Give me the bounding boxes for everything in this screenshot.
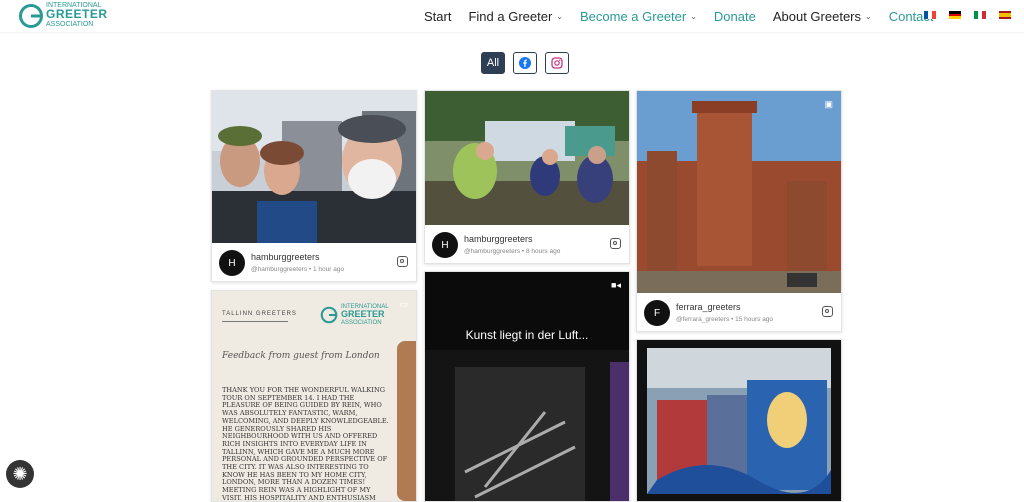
chevron-down-icon: ⌄	[690, 11, 697, 21]
side-photo	[397, 341, 416, 501]
feed-post-card[interactable]: Kunst liegt in der Luft... ■◂	[424, 271, 630, 502]
post-footer: F ferrara_greeters @ferrara_greeters • 1…	[637, 293, 841, 331]
post-meta: @ferrara_greeters • 15 hours ago	[676, 316, 774, 323]
flag-de-icon[interactable]	[949, 11, 961, 20]
nav-start[interactable]: Start	[424, 9, 451, 24]
feed-post-card[interactable]	[636, 339, 842, 502]
avatar[interactable]: F	[644, 300, 670, 326]
tallinn-header: TALLINN GREETERS	[222, 311, 297, 317]
cookie-settings-button[interactable]: ✺	[6, 460, 34, 488]
instagram-icon[interactable]	[397, 256, 408, 267]
flag-fr-icon[interactable]	[924, 11, 936, 19]
site-logo[interactable]: INTERNATIONAL GREETER ASSOCIATION	[18, 2, 108, 30]
post-username[interactable]: ferrara_greeters	[676, 302, 741, 312]
divider	[222, 321, 288, 322]
chevron-down-icon: ⌄	[865, 11, 872, 21]
post-meta: @hamburggreeters • 8 hours ago	[464, 248, 561, 255]
feedback-title: Feedback from guest from London	[222, 351, 380, 361]
post-image	[637, 340, 841, 501]
post-image	[637, 91, 841, 293]
gear-icon: ✺	[12, 463, 28, 484]
post-image: TALLINN GREETERS INTERNATIONAL GREETER ASS…	[212, 291, 416, 501]
feed-filters: All	[481, 52, 569, 74]
video-caption: Kunst liegt in der Luft...	[465, 328, 589, 342]
logo-wordmark: INTERNATIONAL GREETER ASSOCIATION	[46, 2, 108, 28]
feed-post-card[interactable]: H hamburggreeters @hamburggreeters • 1 h…	[211, 90, 417, 282]
video-camera-icon: ■◂	[611, 280, 621, 290]
post-username[interactable]: hamburggreeters	[251, 252, 320, 262]
nav-find-a-greeter[interactable]: Find a Greeter ⌄	[468, 9, 563, 24]
language-switcher	[924, 11, 1011, 20]
top-navigation-bar: INTERNATIONAL GREETER ASSOCIATION Start Fi…	[0, 0, 1024, 32]
post-image	[425, 91, 629, 225]
avatar[interactable]: H	[432, 232, 458, 258]
nav-become-a-greeter[interactable]: Become a Greeter ⌄	[580, 9, 697, 24]
post-video	[425, 272, 629, 501]
filter-instagram-button[interactable]	[545, 52, 569, 74]
feed-post-card[interactable]: TALLINN GREETERS INTERNATIONAL GREETER ASS…	[211, 290, 417, 502]
instagram-icon[interactable]	[610, 238, 621, 249]
greeter-logo-icon	[320, 306, 338, 324]
post-meta: @hamburggreeters • 1 hour ago	[251, 266, 345, 273]
feed-post-card[interactable]: H hamburggreeters @hamburggreeters • 8 h…	[424, 90, 630, 264]
greeter-logo-icon	[19, 4, 43, 28]
nav-donate[interactable]: Donate	[714, 9, 756, 24]
flag-es-icon[interactable]	[999, 11, 1011, 19]
filter-all-button[interactable]: All	[481, 52, 505, 74]
filter-facebook-button[interactable]	[513, 52, 537, 74]
gallery-icon: ▭	[399, 299, 408, 309]
logo-wordmark: INTERNATIONAL GREETER ASSOCIATION	[341, 304, 389, 326]
avatar[interactable]: H	[219, 250, 245, 276]
feedback-body: THANK YOU FOR THE WONDERFUL WALKING TOUR…	[222, 386, 389, 502]
gallery-icon: ▣	[824, 99, 833, 109]
feed-post-card[interactable]: ▣ F ferrara_greeters @ferrara_greeters •…	[636, 90, 842, 332]
instagram-icon[interactable]	[822, 306, 833, 317]
post-footer: H hamburggreeters @hamburggreeters • 1 h…	[212, 243, 416, 281]
nav-about-greeters[interactable]: About Greeters ⌄	[773, 9, 872, 24]
main-nav: Start Find a Greeter ⌄ Become a Greeter ⌄ …	[424, 0, 951, 32]
flag-it-icon[interactable]	[974, 11, 986, 19]
post-username[interactable]: hamburggreeters	[464, 234, 533, 244]
chevron-down-icon: ⌄	[556, 11, 563, 21]
post-image	[212, 91, 416, 243]
facebook-icon	[519, 57, 531, 69]
instagram-icon	[551, 57, 563, 69]
post-footer: H hamburggreeters @hamburggreeters • 8 h…	[425, 225, 629, 263]
